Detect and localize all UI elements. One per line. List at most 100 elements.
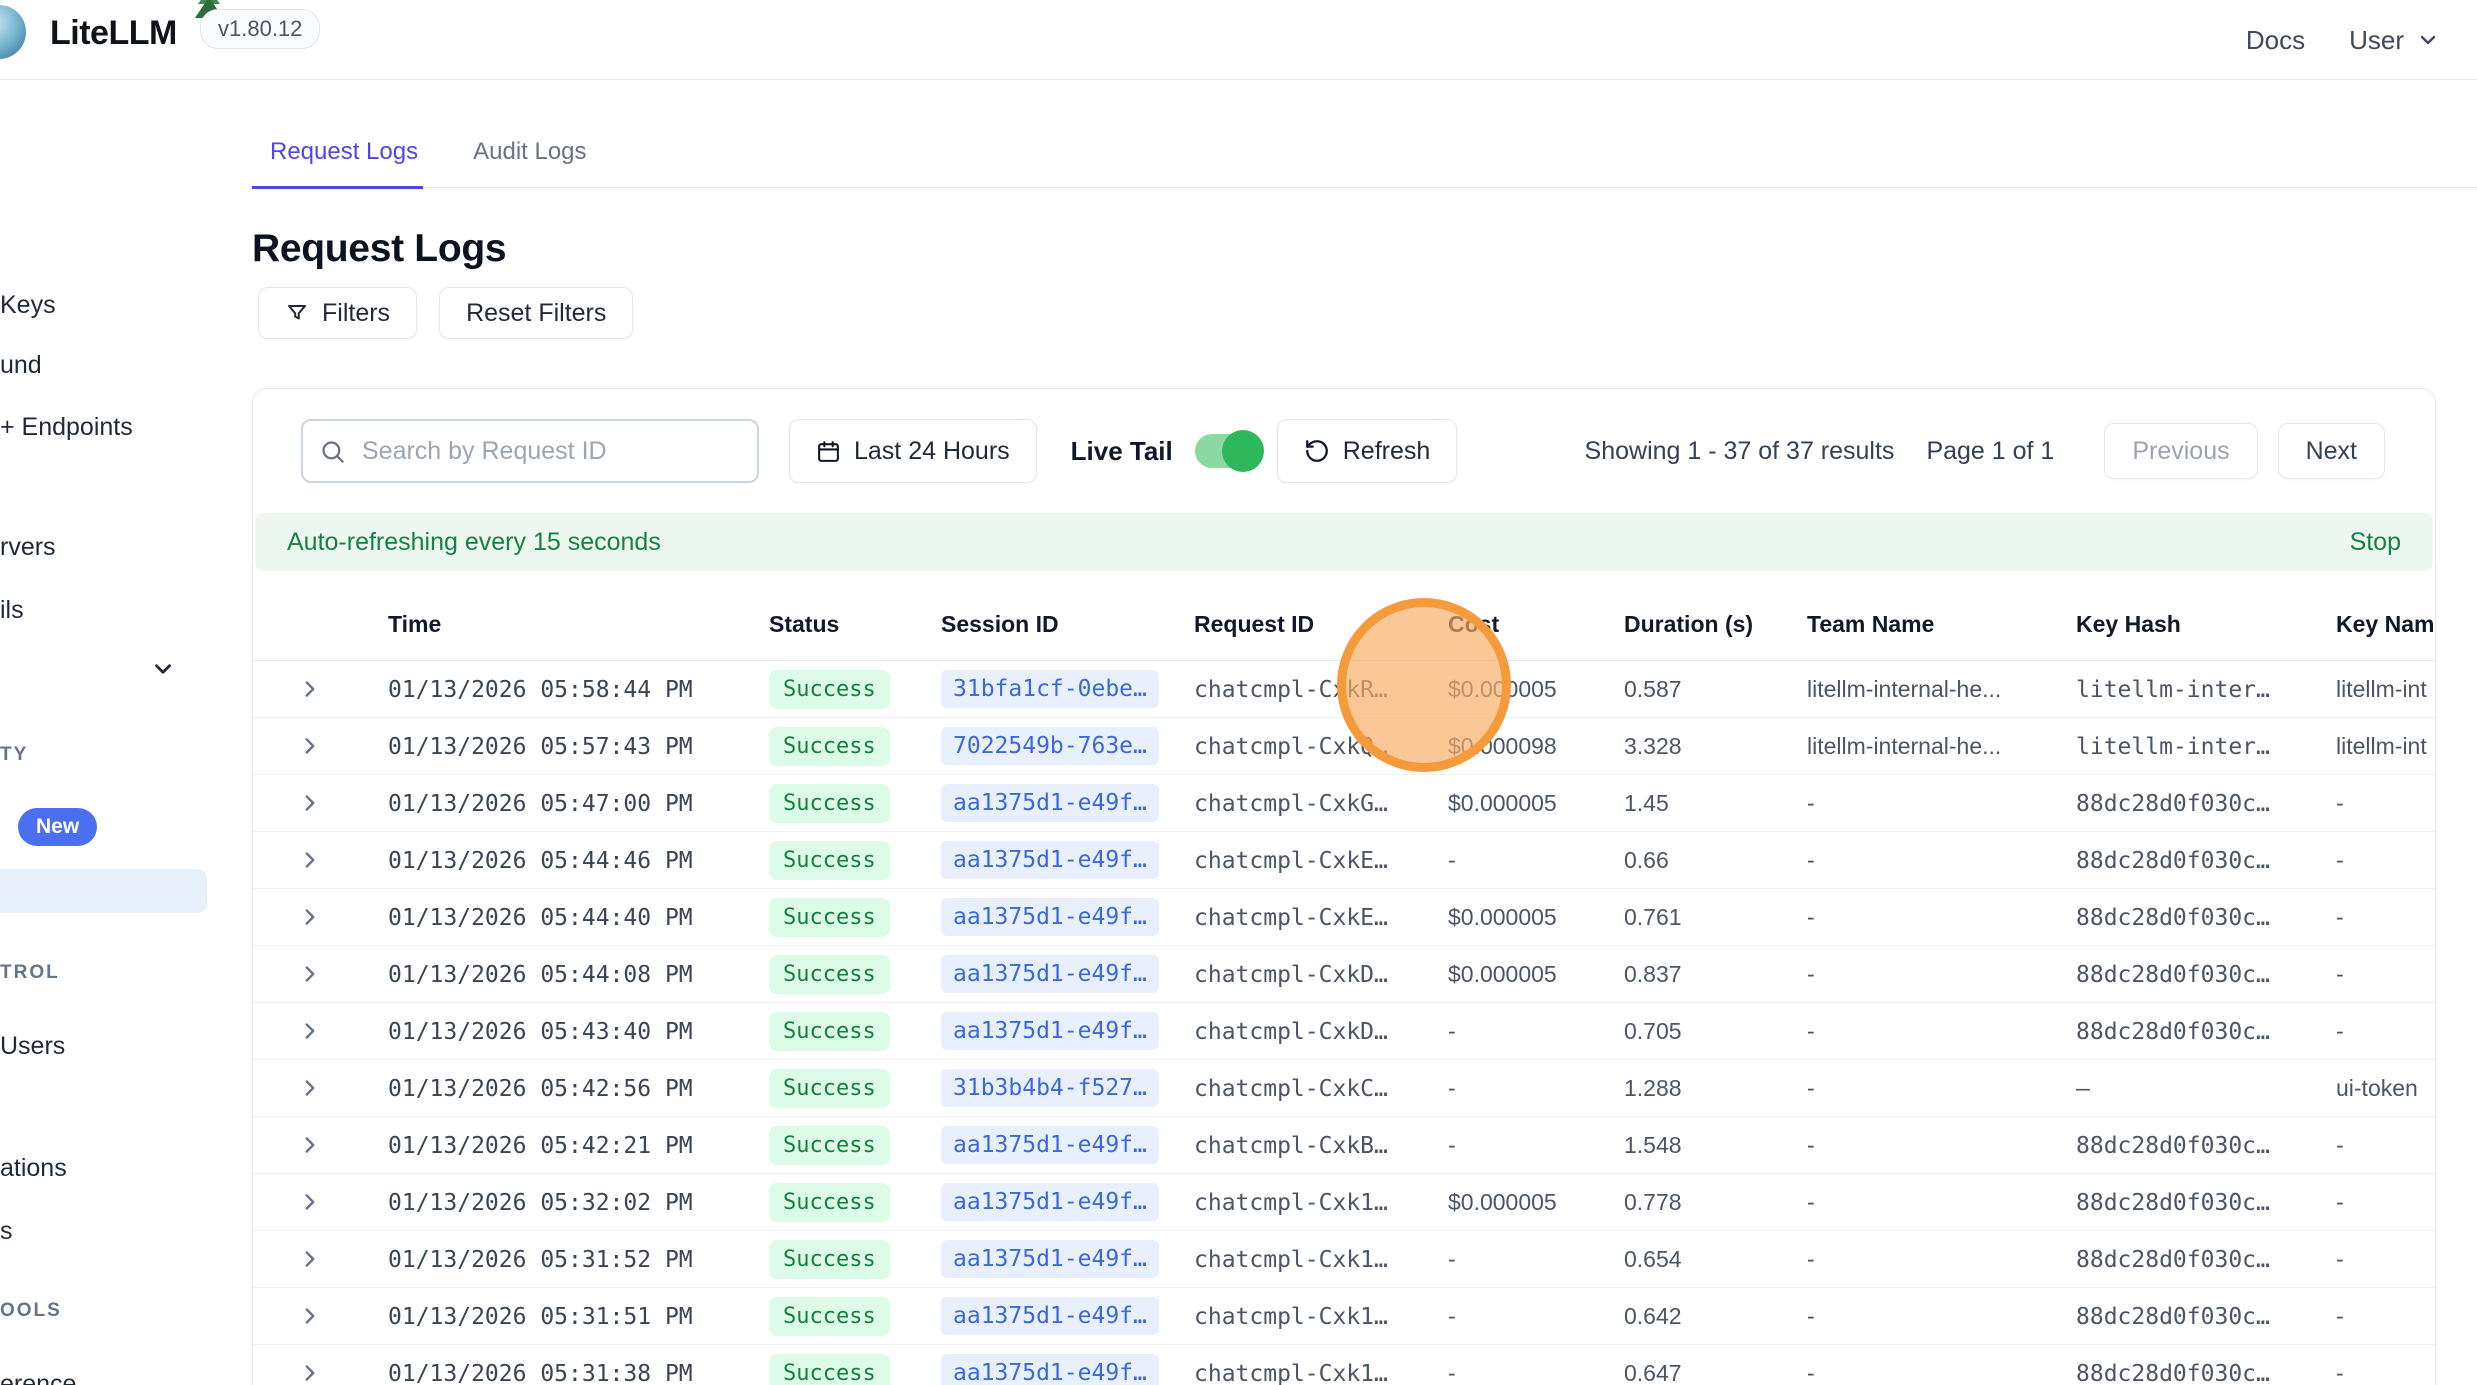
table-row[interactable]: 01/13/2026 05:44:40 PMSuccessaa1375d1-e4… xyxy=(253,889,2436,946)
cell-time: 01/13/2026 05:32:02 PM xyxy=(388,1174,769,1231)
cell-duration: 1.45 xyxy=(1624,775,1807,832)
cell-team-name: - xyxy=(1807,1345,2076,1385)
cell-time: 01/13/2026 05:42:56 PM xyxy=(388,1060,769,1117)
table-header-row: Time Status Session ID Request ID Cost D… xyxy=(253,601,2436,661)
session-id-link[interactable]: aa1375d1-e49f… xyxy=(941,1240,1159,1278)
sidebar-item-logs-active[interactable] xyxy=(0,869,207,913)
expand-row-button[interactable] xyxy=(253,889,388,946)
cell-key-name: - xyxy=(2336,1117,2436,1174)
reset-filters-button-label: Reset Filters xyxy=(466,299,606,328)
top-bar: LiteLLM v1.80.12 Docs User xyxy=(0,0,2477,80)
session-id-link[interactable]: aa1375d1-e49f… xyxy=(941,1183,1159,1221)
cell-request-id: chatcmpl-CxkE… xyxy=(1194,832,1448,889)
brand-title[interactable]: LiteLLM xyxy=(50,14,177,53)
table-row[interactable]: 01/13/2026 05:44:46 PMSuccessaa1375d1-e4… xyxy=(253,832,2436,889)
cell-time: 01/13/2026 05:31:52 PM xyxy=(388,1231,769,1288)
session-id-link[interactable]: aa1375d1-e49f… xyxy=(941,955,1159,993)
session-id-link[interactable]: aa1375d1-e49f… xyxy=(941,1126,1159,1164)
expand-row-button[interactable] xyxy=(253,661,388,718)
table-row[interactable]: 01/13/2026 05:47:00 PMSuccessaa1375d1-e4… xyxy=(253,775,2436,832)
sidebar-item-users[interactable]: Users xyxy=(0,1032,65,1061)
expand-row-button[interactable] xyxy=(253,832,388,889)
refresh-button[interactable]: Refresh xyxy=(1277,419,1458,483)
cell-time: 01/13/2026 05:43:40 PM xyxy=(388,1003,769,1060)
cell-cost: $0.000005 xyxy=(1448,1174,1624,1231)
expand-row-button[interactable] xyxy=(253,1174,388,1231)
expand-row-button[interactable] xyxy=(253,775,388,832)
sidebar-item-playground[interactable]: und xyxy=(0,351,42,380)
expand-row-button[interactable] xyxy=(253,718,388,775)
sidebar-item-inference[interactable]: erence xyxy=(0,1370,76,1385)
table-row[interactable]: 01/13/2026 05:42:56 PMSuccess31b3b4b4-f5… xyxy=(253,1060,2436,1117)
session-id-link[interactable]: aa1375d1-e49f… xyxy=(941,1354,1159,1385)
cell-duration: 0.66 xyxy=(1624,832,1807,889)
table-row[interactable]: 01/13/2026 05:58:44 PMSuccess31bfa1cf-0e… xyxy=(253,661,2436,718)
table-row[interactable]: 01/13/2026 05:57:43 PMSuccess7022549b-76… xyxy=(253,718,2436,775)
sidebar-item-virtual-keys[interactable]: Keys xyxy=(0,291,56,320)
cell-cost: $0.000098 xyxy=(1448,718,1624,775)
cell-duration: 0.837 xyxy=(1624,946,1807,1003)
request-logs-card: Last 24 Hours Live Tail Refresh Showing … xyxy=(252,388,2436,1385)
filters-button[interactable]: Filters xyxy=(258,287,417,339)
session-id-link[interactable]: 31b3b4b4-f527… xyxy=(941,1069,1159,1107)
session-id-link[interactable]: aa1375d1-e49f… xyxy=(941,1297,1159,1335)
expand-row-button[interactable] xyxy=(253,1345,388,1385)
session-id-link[interactable]: aa1375d1-e49f… xyxy=(941,898,1159,936)
col-time: Time xyxy=(388,601,769,661)
calendar-icon xyxy=(816,439,841,464)
user-menu-label: User xyxy=(2349,25,2404,56)
cell-team-name: - xyxy=(1807,1231,2076,1288)
cell-time: 01/13/2026 05:44:46 PM xyxy=(388,832,769,889)
cell-status: Success xyxy=(769,1060,941,1117)
expand-row-button[interactable] xyxy=(253,946,388,1003)
cell-team-name: - xyxy=(1807,1117,2076,1174)
cell-status: Success xyxy=(769,1231,941,1288)
search-input[interactable] xyxy=(360,436,741,467)
cell-status: Success xyxy=(769,1345,941,1385)
table-row[interactable]: 01/13/2026 05:31:51 PMSuccessaa1375d1-e4… xyxy=(253,1288,2436,1345)
table-row[interactable]: 01/13/2026 05:31:52 PMSuccessaa1375d1-e4… xyxy=(253,1231,2436,1288)
table-row[interactable]: 01/13/2026 05:42:21 PMSuccessaa1375d1-e4… xyxy=(253,1117,2436,1174)
cell-cost: - xyxy=(1448,1060,1624,1117)
stop-auto-refresh-button[interactable]: Stop xyxy=(2350,528,2401,557)
table-row[interactable]: 01/13/2026 05:31:38 PMSuccessaa1375d1-e4… xyxy=(253,1345,2436,1385)
session-id-link[interactable]: 7022549b-763e… xyxy=(941,727,1159,765)
cell-key-name: - xyxy=(2336,832,2436,889)
tab-request-logs[interactable]: Request Logs xyxy=(252,138,423,189)
sidebar-item-teams[interactable]: s xyxy=(0,1217,13,1246)
col-key-name: Key Name xyxy=(2336,601,2436,661)
time-range-button[interactable]: Last 24 Hours xyxy=(789,419,1037,483)
previous-page-button[interactable]: Previous xyxy=(2104,423,2257,479)
live-tail-toggle[interactable] xyxy=(1195,434,1257,468)
expand-row-button[interactable] xyxy=(253,1117,388,1174)
expand-row-button[interactable] xyxy=(253,1003,388,1060)
docs-link[interactable]: Docs xyxy=(2246,25,2305,56)
table-row[interactable]: 01/13/2026 05:44:08 PMSuccessaa1375d1-e4… xyxy=(253,946,2436,1003)
cell-team-name: - xyxy=(1807,1174,2076,1231)
cell-request-id: chatcmpl-Cxk1… xyxy=(1194,1231,1448,1288)
expand-row-button[interactable] xyxy=(253,1060,388,1117)
sidebar-item-organizations[interactable]: ations xyxy=(0,1154,67,1183)
session-id-link[interactable]: aa1375d1-e49f… xyxy=(941,784,1159,822)
table-row[interactable]: 01/13/2026 05:32:02 PMSuccessaa1375d1-e4… xyxy=(253,1174,2436,1231)
cell-key-hash: litellm-inter… xyxy=(2076,661,2336,718)
sidebar: Keys und + Endpoints rvers ils TY New TR… xyxy=(0,80,215,1385)
user-menu[interactable]: User xyxy=(2349,25,2440,56)
session-id-link[interactable]: 31bfa1cf-0ebe… xyxy=(941,670,1159,708)
search-box[interactable] xyxy=(301,419,759,483)
expand-row-button[interactable] xyxy=(253,1288,388,1345)
cell-team-name: litellm-internal-he... xyxy=(1807,718,2076,775)
tab-audit-logs[interactable]: Audit Logs xyxy=(473,138,586,187)
reset-filters-button[interactable]: Reset Filters xyxy=(439,287,633,339)
next-page-button[interactable]: Next xyxy=(2278,423,2385,479)
request-logs-table: Time Status Session ID Request ID Cost D… xyxy=(253,601,2436,1385)
sidebar-item-guardrails[interactable]: ils xyxy=(0,596,24,625)
expand-row-button[interactable] xyxy=(253,1231,388,1288)
table-row[interactable]: 01/13/2026 05:43:40 PMSuccessaa1375d1-e4… xyxy=(253,1003,2436,1060)
sidebar-collapse-chevron-down-icon[interactable] xyxy=(150,656,176,682)
session-id-link[interactable]: aa1375d1-e49f… xyxy=(941,841,1159,879)
sidebar-item-models-endpoints[interactable]: + Endpoints xyxy=(0,413,133,442)
sidebar-item-mcp-servers[interactable]: rvers xyxy=(0,533,56,562)
cell-key-hash: 88dc28d0f030c… xyxy=(2076,1117,2336,1174)
session-id-link[interactable]: aa1375d1-e49f… xyxy=(941,1012,1159,1050)
